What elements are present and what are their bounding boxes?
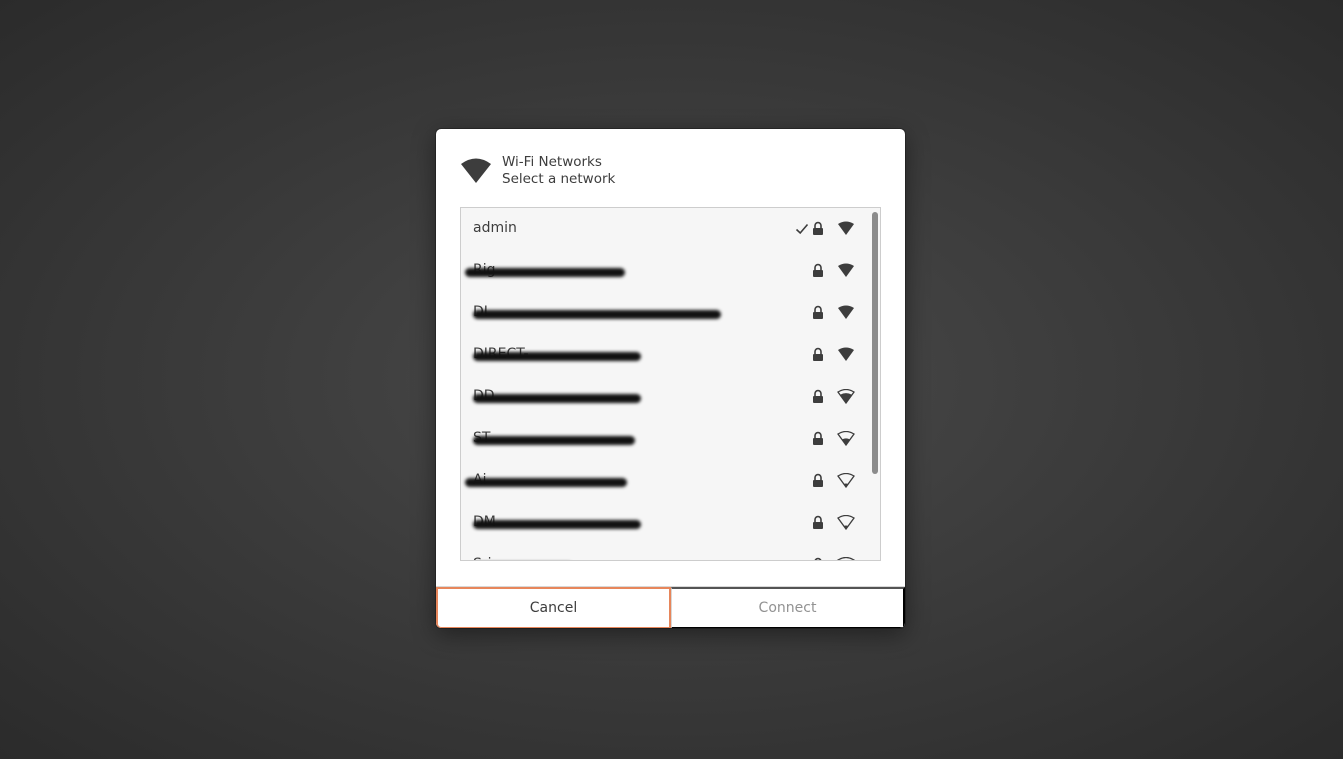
lock-icon: [813, 263, 823, 277]
redaction-bar: [473, 436, 635, 445]
signal-strength-icon: [837, 431, 855, 446]
dialog-subtitle: Select a network: [502, 171, 616, 187]
dialog-footer: Cancel Connect: [436, 586, 905, 628]
network-row[interactable]: Ai: [461, 460, 868, 502]
signal-strength-icon: [837, 515, 855, 530]
lock-icon: [813, 305, 823, 319]
redaction-bar: [473, 310, 721, 319]
signal-strength-icon: [837, 389, 855, 404]
scrollbar[interactable]: [872, 212, 878, 474]
checkmark-icon: [795, 223, 809, 235]
network-row[interactable]: ST: [461, 418, 868, 460]
lock-icon: [813, 473, 823, 487]
network-list[interactable]: admin RigDIDIRECT-DDSTAiDM Sri: [460, 207, 881, 561]
network-ssid: Sri: [473, 556, 492, 560]
header-text: Wi-Fi Networks Select a network: [502, 154, 615, 188]
signal-strength-icon: [837, 473, 855, 488]
lock-icon: [813, 221, 823, 235]
signal-strength-icon: [838, 305, 854, 319]
redaction-bar: [465, 478, 627, 487]
dialog-title: Wi-Fi Networks: [502, 154, 602, 170]
network-row[interactable]: DI: [461, 292, 868, 334]
lock-icon: [813, 515, 823, 529]
signal-strength-icon: [837, 557, 855, 560]
lock-icon: [813, 431, 823, 445]
redaction-bar: [473, 352, 641, 361]
signal-strength-icon: [838, 347, 854, 361]
lock-icon: [813, 389, 823, 403]
network-row[interactable]: DD: [461, 376, 868, 418]
lock-icon: [813, 347, 823, 361]
lock-icon: [814, 557, 822, 560]
dialog-header: Wi-Fi Networks Select a network: [460, 153, 615, 189]
redaction-bar: [473, 394, 641, 403]
redaction-bar: [465, 268, 625, 277]
network-row[interactable]: DIRECT-: [461, 334, 868, 376]
cancel-button[interactable]: Cancel: [436, 587, 671, 628]
wifi-dialog: Wi-Fi Networks Select a network admin Rig…: [436, 129, 905, 628]
network-row[interactable]: admin: [461, 208, 868, 250]
network-ssid: admin: [473, 220, 517, 236]
network-row[interactable]: Sri: [461, 544, 868, 560]
network-row[interactable]: Rig: [461, 250, 868, 292]
signal-strength-icon: [838, 221, 854, 235]
network-row[interactable]: DM: [461, 502, 868, 544]
redaction-bar: [473, 520, 641, 529]
connect-button[interactable]: Connect: [671, 587, 905, 628]
wifi-icon: [461, 158, 491, 183]
signal-strength-icon: [838, 263, 854, 277]
